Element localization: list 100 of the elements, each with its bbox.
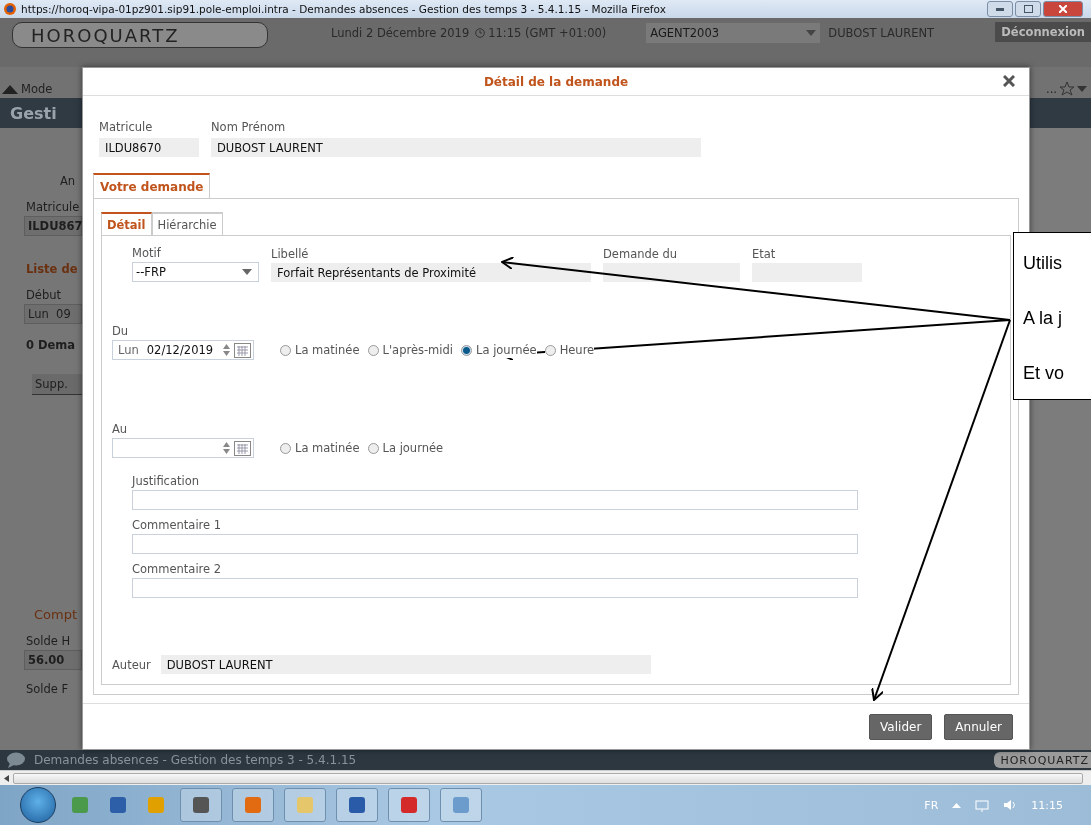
tab[interactable]: Votre demande: [93, 173, 211, 198]
taskbar-icon[interactable]: [336, 788, 378, 822]
date-text: Lundi 2 Décembre 2019: [331, 26, 470, 40]
tab[interactable]: Détail: [101, 212, 152, 235]
text-field[interactable]: [132, 490, 858, 510]
panel-text: ILDU867: [24, 216, 82, 236]
user-name: DUBOST LAURENT: [828, 26, 935, 40]
motif-select[interactable]: --FRP: [132, 262, 259, 282]
panel-text: An: [59, 174, 77, 188]
callout-text: A la j: [1023, 308, 1064, 329]
panel-text: Lun 09: [24, 304, 82, 324]
logo: HOROQUARTZ: [994, 752, 1091, 768]
horizontal-scrollbar[interactable]: [0, 770, 1091, 785]
speech-bubble-icon: [6, 752, 26, 768]
taskbar-icon[interactable]: [440, 788, 482, 822]
field-label: Auteur: [112, 657, 151, 672]
panel-text: Supp.: [32, 374, 82, 395]
radio-label: La journée: [382, 441, 444, 455]
caret-icon[interactable]: [952, 802, 962, 808]
field-label: Libellé: [271, 247, 310, 261]
radio-option[interactable]: Heure: [544, 342, 595, 358]
radio-option[interactable]: La matinée: [280, 342, 360, 358]
taskbar-icon[interactable]: [284, 788, 326, 822]
panel-text: Liste de: [25, 262, 79, 276]
maximize-icon: [1023, 5, 1033, 13]
caret-icon: [806, 30, 817, 36]
taskbar-icon[interactable]: [180, 788, 222, 822]
logo: HOROQUARTZ: [12, 22, 268, 48]
radio-button[interactable]: [280, 442, 291, 454]
dialog-button[interactable]: Valider: [869, 713, 933, 740]
dialog-button[interactable]: Annuler: [944, 713, 1013, 740]
spinner-icon[interactable]: [223, 344, 230, 356]
date-field[interactable]: [112, 438, 254, 458]
taskbar-icon[interactable]: [232, 788, 274, 822]
star-icon[interactable]: [1059, 81, 1075, 96]
logout-button[interactable]: Déconnexion: [995, 22, 1091, 42]
panel-text: Solde F: [25, 682, 70, 696]
panel-text: Matricule: [25, 200, 81, 214]
radio-option[interactable]: La journée: [461, 342, 537, 358]
panel-text: Début: [25, 288, 63, 302]
caret-icon: [1077, 85, 1087, 92]
left-arrow-icon: [4, 774, 9, 782]
close-button[interactable]: [1001, 72, 1017, 90]
field-label: Justification: [132, 474, 201, 488]
radio-button[interactable]: [544, 344, 556, 356]
callout-text: Et vo: [1023, 363, 1066, 384]
radio-button[interactable]: [367, 344, 379, 356]
dialog-title: Détail de la demande: [483, 74, 629, 89]
scroll-thumb[interactable]: [13, 772, 1083, 784]
radio-button[interactable]: [461, 344, 472, 356]
readonly-field: DUBOST LAURENT: [160, 655, 651, 674]
spinner-icon[interactable]: [223, 442, 230, 454]
radio-option[interactable]: La journée: [367, 440, 444, 456]
readonly-field: ILDU8670: [99, 138, 199, 157]
panel-text: 56.00: [24, 650, 82, 670]
date-field[interactable]: Lun 02/12/2019: [112, 340, 254, 360]
minimize-button[interactable]: [987, 1, 1013, 17]
radio-option[interactable]: La matinée: [280, 440, 360, 456]
radio-button[interactable]: [367, 442, 379, 454]
field-label: Du: [112, 324, 130, 338]
radio-label: Heure: [559, 343, 595, 357]
status-text: Demandes absences - Gestion des temps 3 - 5.4.1.15: [34, 753, 357, 767]
agent-select[interactable]: AGENT2003: [646, 23, 821, 43]
text-field[interactable]: [132, 534, 858, 554]
tab[interactable]: Hiérarchie: [151, 212, 223, 235]
field-label: Demande du: [603, 247, 679, 261]
radio-label: L'après-midi: [382, 343, 453, 357]
radio-option[interactable]: L'après-midi: [367, 342, 453, 358]
window-title: https://horoq-vipa-01pz901.sip91.pole-emploi.intra - Demandes absences - Gestion des temps 3 - 5.4.1.15 - Mozilla Firefox: [21, 3, 666, 15]
field-label: Commentaire 1: [132, 518, 223, 532]
radio-label: La matinée: [295, 441, 360, 455]
clock-icon: [475, 28, 486, 38]
maximize-button[interactable]: [1015, 1, 1041, 17]
close-icon: [1003, 75, 1015, 87]
text-field[interactable]: [132, 578, 858, 598]
time-text: 11:15 (GMT +01:00): [488, 26, 607, 40]
close-icon: [1059, 5, 1067, 13]
network-icon[interactable]: [975, 798, 990, 812]
close-button[interactable]: [1043, 1, 1083, 17]
taskbar-icon[interactable]: [388, 788, 430, 822]
speaker-icon[interactable]: [1003, 798, 1018, 812]
radio-label: La matinée: [295, 343, 360, 357]
caret-icon: [242, 269, 252, 275]
calendar-icon[interactable]: [234, 342, 251, 358]
panel-text: Solde H: [25, 634, 72, 648]
field-label: Nom Prénom: [211, 120, 287, 134]
field-label: Au: [112, 422, 129, 436]
field-label: Commentaire 2: [132, 562, 223, 576]
readonly-field: Forfait Représentants de Proximité: [271, 263, 591, 282]
panel-text: Compt: [33, 607, 79, 622]
panel-text: 0 Dema: [25, 338, 77, 352]
start-button[interactable]: [20, 787, 56, 823]
calendar-icon[interactable]: [234, 440, 251, 456]
minimize-icon: [996, 7, 1004, 11]
radio-label: La journée: [476, 343, 537, 357]
radio-button[interactable]: [280, 344, 291, 356]
triangle-icon: [2, 84, 18, 94]
readonly-field: DUBOST LAURENT: [211, 138, 701, 157]
field-label: Matricule: [99, 120, 154, 134]
page-title: Gesti: [10, 103, 57, 123]
